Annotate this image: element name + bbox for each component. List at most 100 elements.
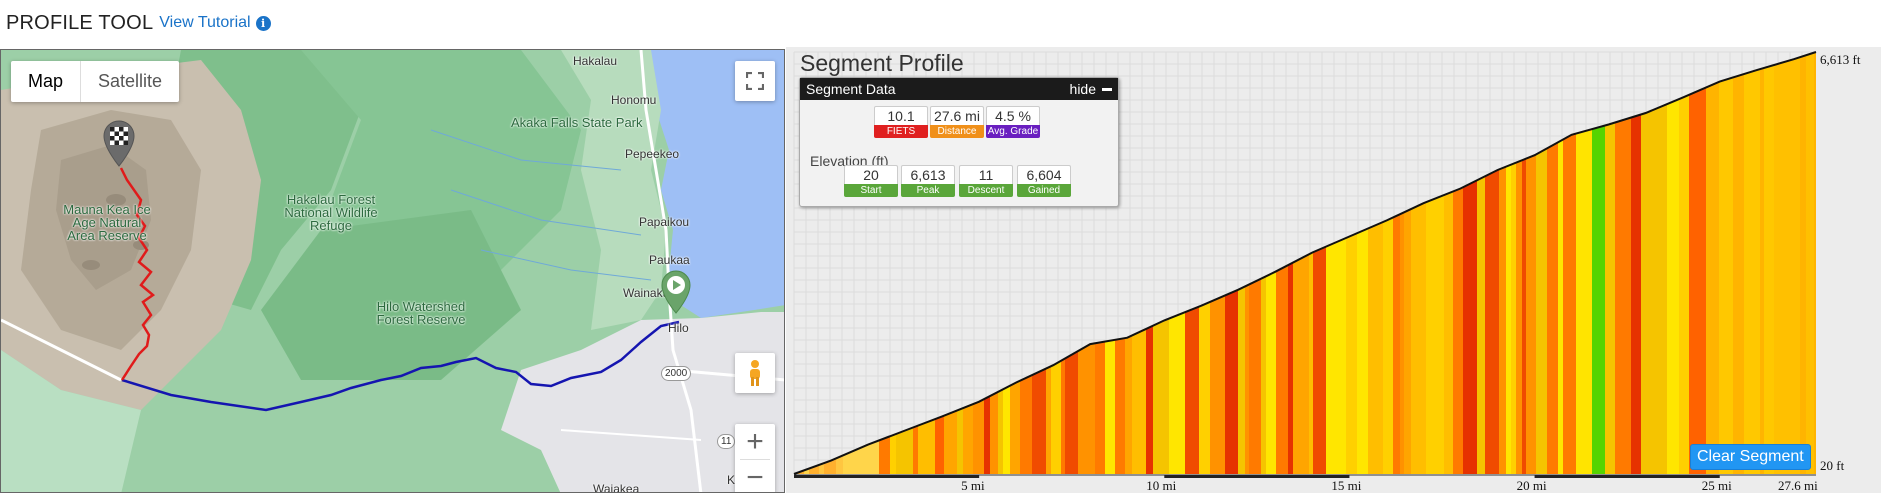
zoom-in-button[interactable]: + — [746, 424, 764, 459]
avg-grade-stat: 4.5 % Avg. Grade — [986, 106, 1040, 138]
grade-strip — [1764, 52, 1775, 474]
x-tick-label: 15 mi — [1331, 478, 1361, 493]
grade-strip — [1225, 52, 1239, 474]
info-icon[interactable]: i — [255, 15, 271, 31]
x-tick-label: 27.6 mi — [1778, 478, 1818, 493]
segment-profile-panel: 5 mi 10 mi 15 mi 20 mi 25 mi 27.6 mi Segment … — [786, 47, 1881, 493]
grade-strip — [1516, 52, 1523, 474]
descent-label: Descent — [959, 184, 1013, 197]
grade-strip — [1774, 52, 1788, 474]
descent-stat: 11 Descent — [959, 165, 1013, 197]
grade-strip — [1146, 52, 1154, 474]
minus-icon — [1102, 87, 1112, 91]
view-tutorial-link[interactable]: View Tutorial — [159, 14, 250, 32]
zoom-out-button[interactable]: − — [740, 459, 770, 492]
gained-label: Gained — [1017, 184, 1071, 197]
grade-strip — [1199, 52, 1211, 474]
grade-strip — [1293, 52, 1310, 474]
page-header: PROFILE TOOL View Tutorial i — [6, 8, 271, 38]
x-axis-band — [794, 475, 980, 478]
grade-strip — [1313, 52, 1327, 474]
grade-strip — [1352, 52, 1358, 474]
grade-strip — [1689, 52, 1707, 474]
route-2000-shield: 2000 — [661, 366, 692, 381]
map-label-hakalau: Hakalau — [573, 54, 618, 68]
grade-strip — [1346, 52, 1353, 474]
grade-strip — [1404, 52, 1412, 474]
grade-strip — [1615, 52, 1632, 474]
map-type-satellite-button[interactable]: Satellite — [81, 61, 179, 102]
grade-strip — [1814, 52, 1816, 474]
grade-strip — [1526, 52, 1537, 474]
fiets-value: 10.1 — [874, 106, 928, 125]
grade-strip — [1547, 52, 1559, 474]
grade-strip — [1357, 52, 1369, 474]
peak-stat: 6,613 Peak — [901, 165, 955, 197]
grade-strip — [1249, 52, 1262, 474]
grade-strip — [1132, 52, 1147, 474]
grade-strip — [1787, 52, 1801, 474]
route-map[interactable]: Hakalau Honomu Akaka Falls State Park Pe… — [0, 49, 785, 493]
map-label-pepeekeo: Pepeekeo — [625, 147, 680, 161]
grade-strip — [1576, 52, 1593, 474]
hide-label: hide — [1069, 81, 1096, 97]
start-value: 20 — [844, 165, 898, 184]
grade-strip — [1383, 52, 1394, 474]
grade-strip — [1185, 52, 1200, 474]
map-label-k: K — [727, 473, 736, 487]
grade-strip — [1411, 52, 1427, 474]
grade-strip — [1238, 52, 1246, 474]
grade-strip — [1276, 52, 1289, 474]
fiets-stat: 10.1 FIETS — [874, 106, 928, 138]
grade-strip — [1592, 52, 1606, 474]
page-title: PROFILE TOOL — [6, 11, 154, 34]
grade-strip — [1218, 52, 1226, 474]
start-marker-icon[interactable] — [660, 269, 692, 315]
gained-value: 6,604 — [1017, 165, 1071, 184]
grade-strip — [1733, 52, 1745, 474]
grade-strip — [1760, 52, 1765, 474]
fiets-label: FIETS — [874, 125, 928, 138]
segment-profile-title: Segment Profile — [800, 50, 964, 76]
grade-strip — [1506, 52, 1512, 474]
x-tick-label: 5 mi — [961, 478, 985, 493]
grade-strip — [1744, 52, 1761, 474]
fullscreen-icon[interactable] — [735, 61, 775, 101]
grade-strip — [1245, 52, 1250, 474]
grade-strip — [1558, 52, 1564, 474]
x-axis-band — [1534, 475, 1720, 478]
avg-grade-label: Avg. Grade — [986, 125, 1040, 138]
x-axis-band — [1164, 475, 1350, 478]
map-label-mauna-kea: Mauna Kea Ice Age Natural Area Reserve — [63, 202, 151, 243]
grade-strip — [1400, 52, 1405, 474]
segment-data-title: Segment Data — [806, 81, 896, 97]
grade-strip — [1656, 52, 1668, 474]
grade-strip — [1125, 52, 1133, 474]
pegman-icon[interactable] — [735, 353, 775, 393]
gained-stat: 6,604 Gained — [1017, 165, 1071, 197]
map-label-akaka-falls: Akaka Falls State Park — [511, 115, 643, 130]
finish-marker-icon[interactable] — [101, 118, 137, 168]
map-label-hakalau-forest: Hakalau Forest National Wildlife Refuge — [284, 192, 378, 233]
start-label: Start — [844, 184, 898, 197]
grade-strip — [1153, 52, 1170, 474]
grade-strip — [1706, 52, 1720, 474]
distance-value: 27.6 mi — [930, 106, 984, 125]
avg-grade-value: 4.5 % — [986, 106, 1040, 125]
grade-strip — [1667, 52, 1680, 474]
grade-strip — [1169, 52, 1186, 474]
clear-segment-button[interactable]: Clear Segment — [1690, 444, 1811, 470]
segment-data-header: Segment Data hide — [800, 78, 1118, 100]
map-label-papaikou: Papaikou — [639, 215, 690, 229]
grade-strip — [1499, 52, 1507, 474]
map-label-hilo-watershed: Hilo Watershed Forest Reserve — [376, 299, 466, 327]
grade-strip — [1641, 52, 1657, 474]
hide-button[interactable]: hide — [1070, 81, 1112, 97]
descent-value: 11 — [959, 165, 1013, 184]
grade-strip — [1467, 52, 1478, 474]
y-axis-max-label: 6,613 ft — [1820, 52, 1861, 67]
map-type-map-button[interactable]: Map — [11, 61, 82, 102]
grade-strip — [1453, 52, 1464, 474]
grade-strip — [1463, 52, 1468, 474]
grade-strip — [1432, 52, 1445, 474]
